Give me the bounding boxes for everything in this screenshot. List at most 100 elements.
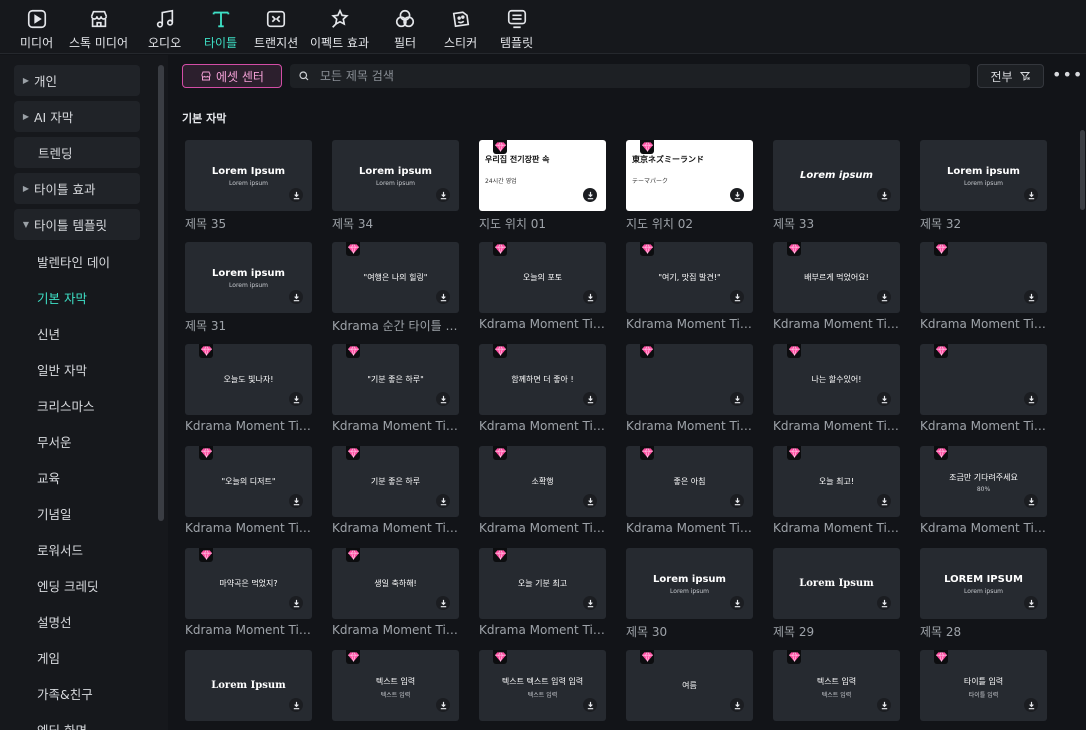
download-icon[interactable] (583, 290, 597, 304)
content-scrollbar[interactable] (1080, 130, 1085, 210)
title-thumbnail[interactable]: "여행은 나의 힐링" (332, 242, 459, 313)
title-card[interactable]: Lorem ipsum 제목 33 (773, 140, 900, 232)
download-icon[interactable] (730, 188, 744, 202)
download-icon[interactable] (436, 392, 450, 406)
title-thumbnail[interactable] (920, 344, 1047, 415)
sidebar-sub-anniversary[interactable]: 기념일 (37, 504, 72, 523)
download-icon[interactable] (583, 188, 597, 202)
sidebar-sub-ending-screen[interactable]: 엔딩 화면 (37, 720, 87, 730)
toolbar-effects[interactable]: 이펙트 효과 (310, 8, 369, 51)
download-icon[interactable] (877, 698, 891, 712)
title-card[interactable]: 좋은 아침 Kdrama Moment Title... (626, 446, 753, 535)
title-thumbnail[interactable]: Lorem Ipsum Lorem ipsum (185, 140, 312, 211)
sidebar-sub-scary[interactable]: 무서운 (37, 432, 72, 451)
download-icon[interactable] (1024, 698, 1038, 712)
asset-center-button[interactable]: 에셋 센터 (182, 64, 282, 88)
title-card[interactable]: 타이틀 입력 타이틀 입력 (920, 650, 1047, 725)
sidebar-item-ai-caption[interactable]: ▶ AI 자막 (14, 101, 140, 132)
sidebar-sub-education[interactable]: 교육 (37, 468, 60, 487)
title-thumbnail[interactable]: Lorem ipsum Lorem ipsum (332, 140, 459, 211)
sidebar-sub-new-year[interactable]: 신년 (37, 324, 60, 343)
download-icon[interactable] (436, 698, 450, 712)
toolbar-audio[interactable]: 오디오 (148, 8, 181, 51)
title-card[interactable]: 생일 축하해! Kdrama Moment Title... (332, 548, 459, 637)
title-thumbnail[interactable] (626, 344, 753, 415)
title-thumbnail[interactable]: 생일 축하해! (332, 548, 459, 619)
download-icon[interactable] (877, 392, 891, 406)
toolbar-filter[interactable]: 필터 (394, 8, 416, 51)
download-icon[interactable] (583, 596, 597, 610)
title-card[interactable]: 오늘 최고! Kdrama Moment Title... (773, 446, 900, 535)
title-thumbnail[interactable]: Lorem ipsum (773, 140, 900, 211)
title-card[interactable]: 텍스트 입력 텍스트 입력 (332, 650, 459, 725)
title-card[interactable]: 배부르게 먹었어요! Kdrama Moment Title... (773, 242, 900, 331)
title-thumbnail[interactable]: 오늘의 포토 (479, 242, 606, 313)
filter-dropdown[interactable]: 전부 (977, 64, 1044, 88)
title-thumbnail[interactable]: Lorem ipsum Lorem ipsum (626, 548, 753, 619)
download-icon[interactable] (1024, 392, 1038, 406)
sidebar-item-trending[interactable]: 트렌딩 (14, 137, 140, 168)
title-thumbnail[interactable]: 텍스트 입력 텍스트 입력 (773, 650, 900, 721)
title-card[interactable]: 소확행 Kdrama Moment Title... (479, 446, 606, 535)
search-input[interactable] (320, 69, 940, 83)
title-card[interactable]: 오늘 기분 최고 Kdrama Moment Title... (479, 548, 606, 637)
download-icon[interactable] (583, 698, 597, 712)
download-icon[interactable] (877, 596, 891, 610)
title-thumbnail[interactable]: "오늘의 디저트" (185, 446, 312, 517)
download-icon[interactable] (583, 392, 597, 406)
title-card[interactable]: Kdrama Moment Title... (920, 344, 1047, 433)
title-card[interactable]: 기분 좋은 하루 Kdrama Moment Title... (332, 446, 459, 535)
title-thumbnail[interactable]: 텍스트 입력 텍스트 입력 (332, 650, 459, 721)
download-icon[interactable] (877, 188, 891, 202)
title-card[interactable]: 오늘의 포토 Kdrama Moment Title... (479, 242, 606, 331)
title-card[interactable]: 오늘도 빛나자! Kdrama Moment Title... (185, 344, 312, 433)
title-card[interactable]: 마약곡은 먹었지? Kdrama Moment Title... (185, 548, 312, 637)
sidebar-sub-basic-caption[interactable]: 기본 자막 (37, 288, 87, 307)
title-thumbnail[interactable] (920, 242, 1047, 313)
title-thumbnail[interactable]: Lorem Ipsum (773, 548, 900, 619)
title-thumbnail[interactable]: "기분 좋은 하루" (332, 344, 459, 415)
toolbar-template[interactable]: 템플릿 (500, 8, 533, 51)
title-card[interactable]: Kdrama Moment Title... (920, 242, 1047, 331)
sidebar-sub-callout[interactable]: 설명선 (37, 612, 72, 631)
sidebar-sub-christmas[interactable]: 크리스마스 (37, 396, 95, 415)
title-thumbnail[interactable]: 우리집 전기장판 속 24시간 영업 (479, 140, 606, 211)
title-card[interactable]: Lorem Ipsum 제목 29 (773, 548, 900, 640)
title-thumbnail[interactable]: 조금만 기다려주세요 80% (920, 446, 1047, 517)
sidebar-sub-valentine[interactable]: 발렌타인 데이 (37, 252, 110, 271)
title-card[interactable]: Lorem Ipsum Lorem ipsum 제목 35 (185, 140, 312, 232)
toolbar-sticker[interactable]: 스티커 (444, 8, 477, 51)
download-icon[interactable] (730, 596, 744, 610)
title-card[interactable]: 텍스트 텍스트 입력 입력 텍스트 입력 (479, 650, 606, 725)
download-icon[interactable] (877, 494, 891, 508)
title-thumbnail[interactable]: 오늘 기분 최고 (479, 548, 606, 619)
download-icon[interactable] (436, 494, 450, 508)
title-card[interactable]: "여기, 맛집 발견!" Kdrama Moment Title... (626, 242, 753, 331)
title-thumbnail[interactable]: 배부르게 먹었어요! (773, 242, 900, 313)
title-thumbnail[interactable]: LOREM IPSUM Lorem ipsum (920, 548, 1047, 619)
download-icon[interactable] (436, 290, 450, 304)
title-card[interactable]: 나는 할수있어! Kdrama Moment Title... (773, 344, 900, 433)
sidebar-sub-lower-third[interactable]: 로워서드 (37, 540, 83, 559)
title-card[interactable]: Lorem ipsum Lorem ipsum 제목 34 (332, 140, 459, 232)
download-icon[interactable] (583, 494, 597, 508)
sidebar-sub-family-friends[interactable]: 가족&친구 (37, 684, 93, 703)
download-icon[interactable] (289, 698, 303, 712)
toolbar-stock-media[interactable]: 스톡 미디어 (69, 8, 128, 51)
download-icon[interactable] (730, 698, 744, 712)
sidebar-sub-ending-credits[interactable]: 엔딩 크레딧 (37, 576, 98, 595)
title-thumbnail[interactable]: 오늘 최고! (773, 446, 900, 517)
toolbar-media[interactable]: 미디어 (20, 8, 53, 51)
title-thumbnail[interactable]: 마약곡은 먹었지? (185, 548, 312, 619)
title-card[interactable]: Lorem ipsum Lorem ipsum 제목 32 (920, 140, 1047, 232)
title-card[interactable]: 여름 (626, 650, 753, 725)
title-card[interactable]: 조금만 기다려주세요 80% Kdrama Moment Title... (920, 446, 1047, 535)
title-card[interactable]: 함께하면 더 좋아 ! Kdrama Moment Title... (479, 344, 606, 433)
title-thumbnail[interactable]: 나는 할수있어! (773, 344, 900, 415)
download-icon[interactable] (730, 290, 744, 304)
title-card[interactable]: 텍스트 입력 텍스트 입력 (773, 650, 900, 725)
download-icon[interactable] (1024, 290, 1038, 304)
title-card[interactable]: LOREM IPSUM Lorem ipsum 제목 28 (920, 548, 1047, 640)
title-card[interactable]: "오늘의 디저트" Kdrama Moment Title... (185, 446, 312, 535)
toolbar-title[interactable]: 타이틀 (204, 8, 237, 51)
